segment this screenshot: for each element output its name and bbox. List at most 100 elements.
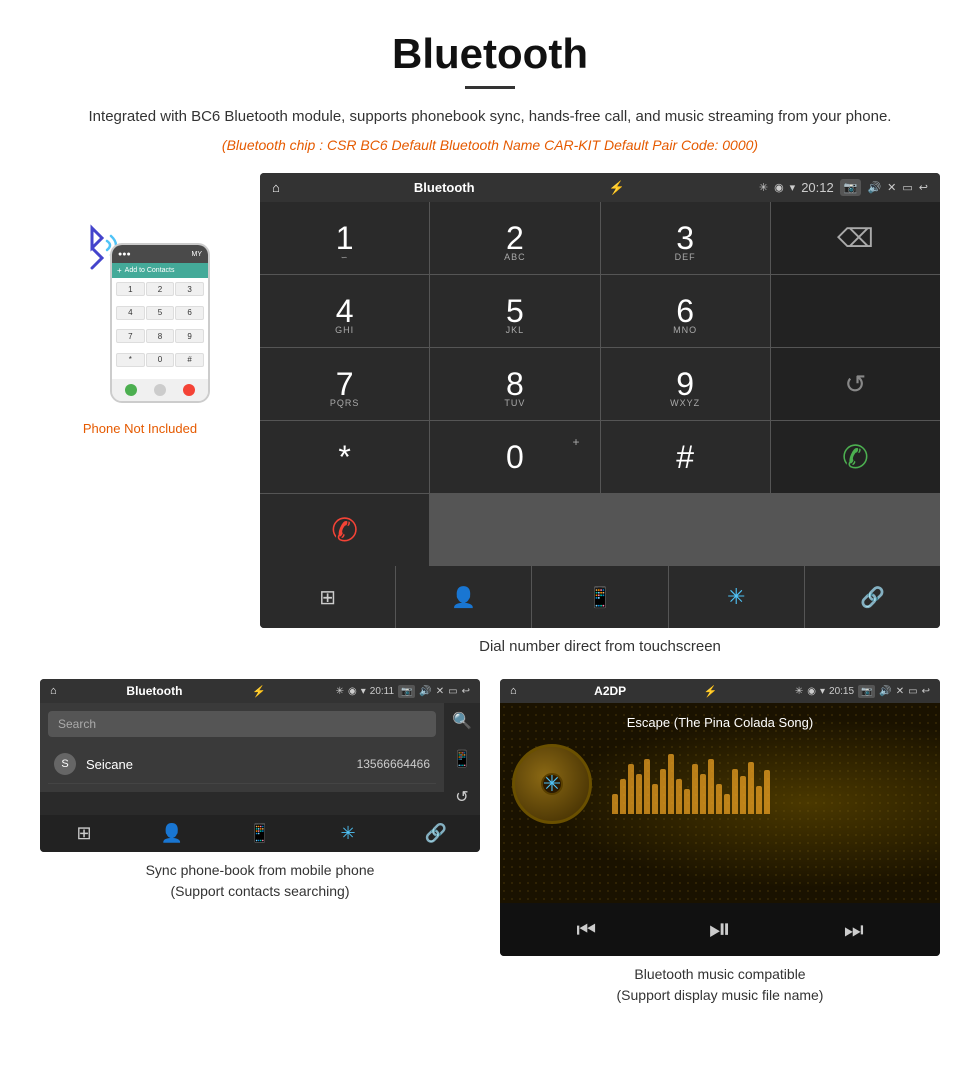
pb-vol-icon[interactable]: 🔊 (419, 686, 431, 697)
contact-name: Seicane (86, 757, 357, 772)
dial-key-8[interactable]: 8 TUV (430, 348, 599, 420)
usb-icon: ⚡ (609, 180, 625, 196)
dial-refresh[interactable]: ↺ (771, 348, 940, 420)
phonebook-caption: Sync phone-book from mobile phone(Suppor… (146, 860, 375, 902)
ms-time: 20:15 (829, 686, 854, 697)
pb-refresh-action-icon[interactable]: ↺ (455, 787, 468, 807)
pb-phone-action-icon[interactable]: 📱 (452, 749, 472, 769)
bottom-grid-icon[interactable]: ⊞ (260, 566, 395, 628)
header-specs: (Bluetooth chip : CSR BC6 Default Blueto… (60, 137, 920, 153)
phonebook-content: Search S Seicane 13566664466 (40, 703, 444, 792)
pb-bottom-link[interactable]: 🔗 (392, 823, 480, 844)
ms-window-icon[interactable]: ▭ (908, 686, 917, 697)
status-icons: ✳ ◉ ▾ 20:12 📷 🔊 ✕ ▭ ↩ (759, 179, 928, 196)
ms-title: A2DP (594, 684, 626, 698)
dial-key-hash[interactable]: # (601, 421, 770, 493)
dial-key-6[interactable]: 6 MNO (601, 275, 770, 347)
music-caption: Bluetooth music compatible(Support displ… (617, 964, 824, 1006)
bottom-link-icon[interactable]: 🔗 (805, 566, 940, 628)
back-icon[interactable]: ↩ (919, 181, 928, 194)
pb-bottom-phone[interactable]: 📱 (216, 823, 304, 844)
bottom-bluetooth-icon[interactable]: ✳ (669, 566, 804, 628)
phonebook-screenshot: ⌂ Bluetooth ⚡ ✳ ◉ ▾ 20:11 📷 🔊 ✕ ▭ ↩ (40, 679, 480, 1006)
page-header: Bluetooth Integrated with BC6 Bluetooth … (0, 0, 980, 163)
dial-key-9[interactable]: 9 WXYZ (601, 348, 770, 420)
music-screenshot: ⌂ A2DP ⚡ ✳ ◉ ▾ 20:15 📷 🔊 ✕ ▭ ↩ (500, 679, 940, 1006)
phone-section: ●●● MY +Add to Contacts 123 456 789 *0# (40, 173, 240, 436)
pb-back-icon[interactable]: ↩ (462, 686, 470, 697)
pb-window-icon[interactable]: ▭ (448, 686, 457, 697)
contact-initial: S (54, 753, 76, 775)
dial-key-2[interactable]: 2 ABC (430, 202, 599, 274)
camera-icon[interactable]: 📷 (840, 179, 862, 196)
album-art: ✳ (512, 744, 592, 824)
header-description: Integrated with BC6 Bluetooth module, su… (60, 105, 920, 129)
dial-backspace[interactable]: ⌫ (771, 202, 940, 274)
dialpad-grid: 1 ∽ 2 ABC 3 DEF ⌫ 4 GHI (260, 202, 940, 566)
pb-bottom-bt[interactable]: ✳ (304, 823, 392, 844)
ms-vol-icon[interactable]: 🔊 (879, 686, 891, 697)
close-icon[interactable]: ✕ (887, 181, 896, 194)
ms-signal-icon: ▾ (820, 686, 825, 697)
bottom-screenshots: ⌂ Bluetooth ⚡ ✳ ◉ ▾ 20:11 📷 🔊 ✕ ▭ ↩ (0, 669, 980, 1026)
main-section: ●●● MY +Add to Contacts 123 456 789 *0# (0, 163, 980, 669)
phonebook-body: Search S Seicane 13566664466 🔍 📱 ↺ (40, 703, 480, 815)
pb-home-icon[interactable]: ⌂ (50, 685, 57, 697)
pb-gps-icon: ◉ (348, 686, 357, 697)
volume-icon[interactable]: 🔊 (867, 181, 881, 194)
phone-mockup: ●●● MY +Add to Contacts 123 456 789 *0# (110, 243, 210, 403)
prev-button[interactable]: ⏮ (576, 917, 596, 943)
dial-key-0[interactable]: 0 + (430, 421, 599, 493)
bluetooth-status-icon: ✳ (759, 181, 768, 194)
dial-call-green[interactable]: ✆ (771, 421, 940, 493)
dial-key-5[interactable]: 5 JKL (430, 275, 599, 347)
pb-title: Bluetooth (126, 684, 182, 698)
phonebook-actions: 🔍 📱 ↺ (444, 703, 480, 815)
music-equalizer (612, 754, 770, 814)
ms-bt-icon: ✳ (795, 686, 803, 697)
phone-not-included-label: Phone Not Included (83, 421, 197, 436)
ms-camera-icon[interactable]: 📷 (858, 685, 875, 698)
ms-home-icon[interactable]: ⌂ (510, 685, 517, 697)
home-icon[interactable]: ⌂ (272, 180, 280, 195)
pb-usb-icon: ⚡ (252, 685, 266, 698)
dial-call-red[interactable]: ✆ (260, 494, 429, 566)
screen-title: Bluetooth (414, 180, 475, 195)
pb-close-icon[interactable]: ✕ (436, 686, 444, 697)
phonebook-search-bar[interactable]: Search (48, 711, 436, 737)
dial-key-7[interactable]: 7 PQRS (260, 348, 429, 420)
phone-illustration: ●●● MY +Add to Contacts 123 456 789 *0# (70, 213, 210, 413)
next-button[interactable]: ⏭ (844, 917, 864, 943)
contact-row[interactable]: S Seicane 13566664466 (48, 745, 436, 784)
song-title: Escape (The Pina Colada Song) (627, 715, 813, 730)
ms-gps-icon: ◉ (807, 686, 816, 697)
pb-camera-icon[interactable]: 📷 (398, 685, 415, 698)
phonebook-bottom-bar: ⊞ 👤 📱 ✳ 🔗 (40, 815, 480, 852)
contact-number: 13566664466 (357, 757, 430, 771)
ms-back-icon[interactable]: ↩ (922, 686, 930, 697)
phonebook-screen: ⌂ Bluetooth ⚡ ✳ ◉ ▾ 20:11 📷 🔊 ✕ ▭ ↩ (40, 679, 480, 852)
car-bottom-row: ⊞ 👤 📱 ✳ 🔗 (260, 566, 940, 628)
car-screen-header: ⌂ Bluetooth ⚡ ✳ ◉ ▾ 20:12 📷 🔊 ✕ ▭ ↩ (260, 173, 940, 202)
page-title: Bluetooth (60, 30, 920, 78)
gps-icon: ◉ (774, 181, 784, 194)
bottom-phone-icon[interactable]: 📱 (532, 566, 667, 628)
pb-signal-icon: ▾ (361, 686, 366, 697)
pb-time: 20:11 (370, 686, 394, 697)
bottom-person-icon[interactable]: 👤 (396, 566, 531, 628)
music-screen: ⌂ A2DP ⚡ ✳ ◉ ▾ 20:15 📷 🔊 ✕ ▭ ↩ (500, 679, 940, 956)
music-content: Escape (The Pina Colada Song) ✳ (500, 703, 940, 903)
phonebook-list: Search S Seicane 13566664466 (40, 703, 444, 815)
dial-key-star[interactable]: * (260, 421, 429, 493)
window-icon[interactable]: ▭ (902, 181, 912, 194)
phonebook-header: ⌂ Bluetooth ⚡ ✳ ◉ ▾ 20:11 📷 🔊 ✕ ▭ ↩ (40, 679, 480, 703)
ms-close-icon[interactable]: ✕ (896, 686, 904, 697)
pb-bottom-grid[interactable]: ⊞ (40, 823, 128, 844)
play-pause-button[interactable]: ⏯ (709, 913, 731, 946)
music-bt-icon: ✳ (543, 771, 561, 797)
pb-bottom-person[interactable]: 👤 (128, 823, 216, 844)
pb-search-action-icon[interactable]: 🔍 (452, 711, 472, 731)
dial-key-1[interactable]: 1 ∽ (260, 202, 429, 274)
dial-key-4[interactable]: 4 GHI (260, 275, 429, 347)
dial-key-3[interactable]: 3 DEF (601, 202, 770, 274)
